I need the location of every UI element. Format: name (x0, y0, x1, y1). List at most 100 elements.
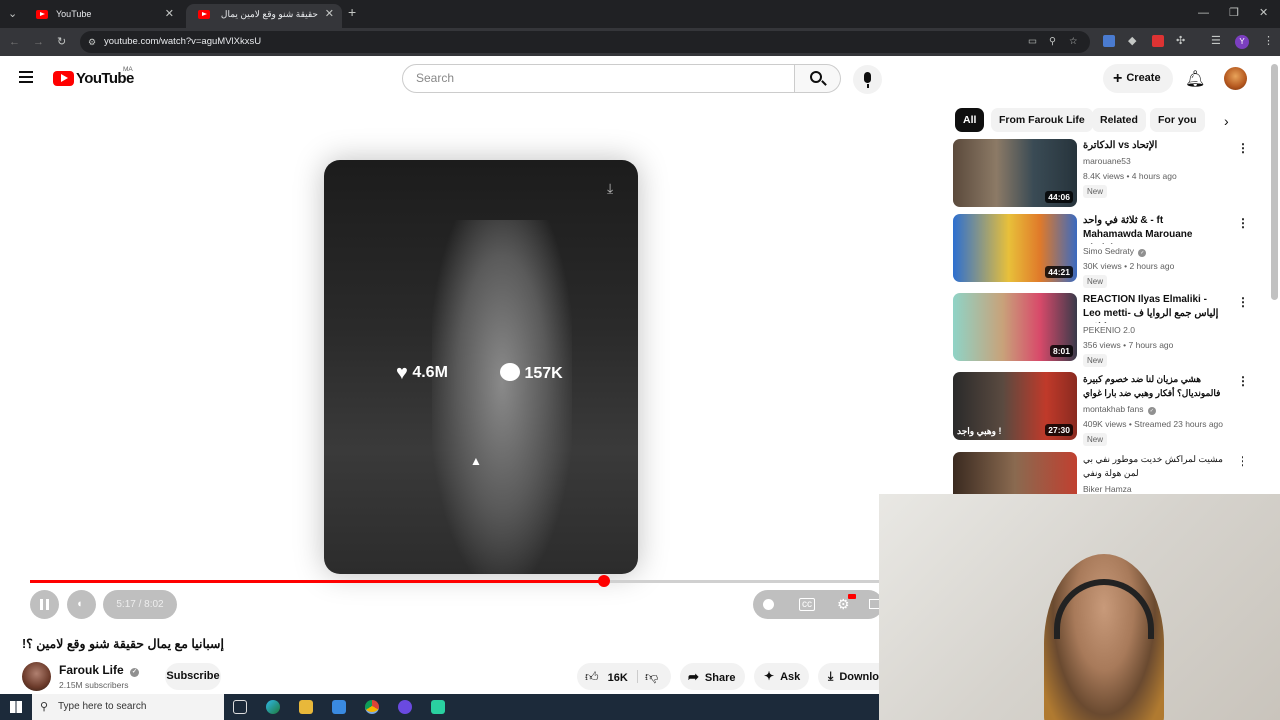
channel-name[interactable]: Farouk Life ✓ (59, 663, 140, 677)
video-thumbnail[interactable]: 8:01 (953, 293, 1077, 361)
extensions-puzzle-icon[interactable]: ✣ (1176, 34, 1185, 48)
site-info-icon[interactable]: ⚙ (88, 31, 96, 53)
hamburger-menu-icon[interactable] (19, 71, 33, 83)
progress-bar[interactable] (30, 575, 900, 587)
video-title: REACTION Ilyas Elmaliki -Leo metti- إليا… (1083, 294, 1219, 323)
url-field[interactable]: ⚙ youtube.com/watch?v=aguMVlXkxsU ▭ ⚲ ☆ (80, 31, 1090, 53)
notifications-bell-icon[interactable]: 🔔︎ (1185, 69, 1205, 89)
subscribe-label: Subscribe (166, 670, 220, 682)
profile-avatar-icon[interactable]: Y (1235, 35, 1249, 49)
extension-diamond-icon[interactable]: ◆ (1128, 34, 1136, 48)
minimize-window-icon[interactable]: — (1198, 6, 1209, 20)
dislike-button[interactable]: 👎︎ (645, 663, 658, 690)
install-icon[interactable]: ▭ (1028, 31, 1037, 53)
more-options-icon[interactable]: ⋮ (1237, 374, 1249, 388)
task-view-icon[interactable] (233, 700, 247, 714)
browser-menu-icon[interactable]: ⋮ (1263, 34, 1274, 48)
ask-button[interactable]: ✦ Ask (754, 663, 809, 690)
like-count: 16K (607, 672, 628, 684)
chip-for-you[interactable]: For you (1150, 108, 1205, 132)
forward-icon[interactable]: → (33, 35, 44, 49)
tab-active-video[interactable]: حقيقة شنو وقع لامين يمال ... ✕ (186, 4, 342, 28)
verified-check-icon: ✓ (1138, 249, 1147, 257)
autoplay-toggle-icon[interactable] (763, 599, 774, 610)
close-tab-icon[interactable]: ✕ (325, 4, 334, 24)
chrome-browser-icon[interactable] (365, 700, 379, 714)
channel-name: marouane53 (1083, 156, 1131, 166)
video-thumbnail[interactable]: 44:21 (953, 214, 1077, 282)
zoom-icon[interactable]: ⚲ (1049, 31, 1056, 53)
list-item[interactable]: 8:01 REACTION Ilyas Elmaliki -Leo metti-… (953, 293, 1249, 367)
video-title: ثلاثة في واحد & - ft Mahamawda Marouane … (1083, 215, 1193, 244)
more-options-icon[interactable]: ⋮ (1237, 141, 1249, 155)
youtube-header: YouTube MA Search + Create 🔔︎ (0, 56, 1280, 102)
share-button[interactable]: ➦ Share (680, 663, 745, 690)
chip-related[interactable]: Related (1092, 108, 1146, 132)
back-icon[interactable]: ← (9, 35, 20, 49)
capcut-app-icon[interactable] (431, 700, 445, 714)
video-thumbnail[interactable] (953, 452, 1077, 494)
list-item[interactable]: وهبي واجد ! 27:30 هشي مزيان لنا ضد خصوم … (953, 372, 1249, 446)
like-button[interactable]: 👍︎ 16K (585, 663, 628, 692)
store-icon[interactable] (332, 700, 346, 714)
list-item[interactable]: مشيت لمراكش خديت موطور نفي بي لمن هولة و… (953, 452, 1243, 494)
more-options-icon[interactable]: ⋮ (1237, 295, 1249, 309)
windows-taskbar: ⚲ Type here to search (0, 694, 879, 720)
progress-scrubber[interactable] (598, 575, 611, 587)
plus-icon: + (1113, 70, 1123, 87)
search-input[interactable]: Search (402, 64, 795, 93)
page-scrollbar[interactable] (1271, 64, 1278, 300)
bookmark-star-icon[interactable]: ☆ (1069, 31, 1078, 53)
video-meta: 8.4K views • 4 hours ago (1083, 171, 1177, 181)
video-thumbnail[interactable]: 44:06 (953, 139, 1077, 207)
video-title: مشيت لمراكش خديت موطور نفي بي لمن هولة و… (1083, 454, 1223, 478)
browser-address-bar: ← → ↻ ⚙ youtube.com/watch?v=aguMVlXkxsU … (0, 28, 1280, 56)
reload-icon[interactable]: ↻ (57, 35, 66, 49)
comment-bubble-icon (500, 363, 520, 381)
new-badge: New (1083, 275, 1108, 288)
tab-youtube[interactable]: YouTube ✕ (24, 4, 182, 28)
video-meta: 30K views • 2 hours ago (1083, 261, 1175, 271)
pause-button[interactable] (30, 590, 59, 619)
url-text: youtube.com/watch?v=aguMVlXkxsU (104, 36, 262, 47)
share-label: Share (704, 672, 736, 684)
close-tab-icon[interactable]: ✕ (165, 4, 174, 24)
channel-avatar[interactable] (22, 662, 51, 691)
new-tab-plus-icon[interactable]: + (348, 5, 356, 19)
close-window-icon[interactable]: ✕ (1259, 6, 1268, 20)
restore-window-icon[interactable]: ❐ (1229, 6, 1239, 20)
chips-next-chevron-icon[interactable]: › (1224, 113, 1229, 129)
more-options-icon[interactable]: ⋮ (1237, 216, 1249, 230)
list-item[interactable]: 44:06 الإتحاد vs الدكاترة marouane53 8.4… (953, 139, 1249, 213)
subscribe-button[interactable]: Subscribe (165, 663, 221, 690)
thumbs-down-icon: 👎︎ (645, 669, 659, 684)
list-item[interactable]: 44:21 ثلاثة في واحد & - ft Mahamawda Mar… (953, 214, 1249, 288)
create-button[interactable]: + Create (1103, 64, 1173, 93)
download-icon[interactable]: ⤓ (607, 180, 613, 197)
file-explorer-icon[interactable] (299, 700, 313, 714)
voice-search-mic-icon[interactable] (853, 65, 882, 94)
browser-tab-bar: ⌄ YouTube ✕ حقيقة شنو وقع لامين يمال ...… (0, 0, 1280, 28)
download-button[interactable]: ⤓ Downlo (818, 663, 879, 690)
pause-icon (40, 599, 43, 610)
translate-extension-icon[interactable] (1103, 35, 1115, 47)
windows-start-icon[interactable] (10, 701, 22, 713)
video-thumbnail[interactable]: وهبي واجد ! 27:30 (953, 372, 1077, 440)
extension-red-icon[interactable] (1152, 35, 1164, 47)
player-figure-image (432, 220, 572, 574)
youtube-favicon-icon (36, 10, 48, 19)
taskbar-search-input[interactable]: ⚲ Type here to search (32, 694, 224, 720)
more-options-icon[interactable]: ⋮ (1237, 454, 1243, 468)
chip-from-channel[interactable]: From Farouk Life (991, 108, 1093, 132)
user-avatar[interactable] (1224, 67, 1247, 90)
chip-all[interactable]: All (955, 108, 985, 132)
tab-list-chevron-icon[interactable]: ⌄ (8, 7, 17, 21)
thumbnail-caption: وهبي واجد ! (957, 426, 1002, 436)
captions-icon[interactable]: cc (799, 598, 815, 611)
obs-recorder-icon[interactable] (398, 700, 412, 714)
volume-button[interactable]: ◖ (67, 590, 96, 619)
edge-browser-icon[interactable] (266, 700, 280, 714)
search-button[interactable] (795, 64, 841, 93)
video-player[interactable]: ⤓ ♥ 4.6M 157K ▲ ◖ 5:17 / 8:02 cc ⚙ (22, 108, 942, 626)
reading-list-icon[interactable]: ☰ (1211, 34, 1221, 48)
